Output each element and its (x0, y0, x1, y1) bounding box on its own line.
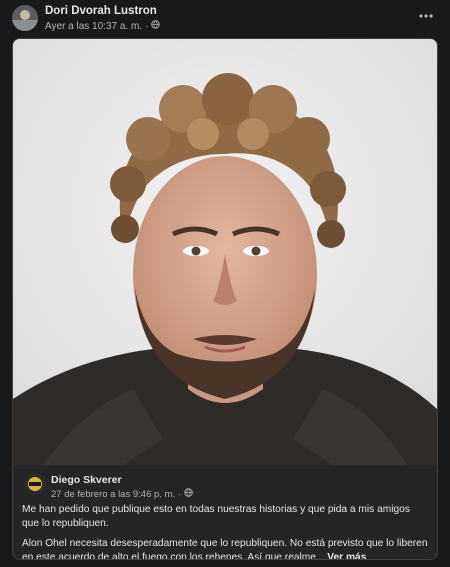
shared-post-text: Me han pedido que publique esto en todas… (22, 503, 428, 560)
shared-timestamp[interactable]: 27 de febrero a las 9:46 p. m. (51, 489, 175, 500)
post-meta: Ayer a las 10:37 a. m. · (45, 20, 161, 32)
globe-icon (151, 20, 161, 32)
shared-post-meta: 27 de febrero a las 9:46 p. m. · (51, 488, 194, 500)
author-avatar[interactable] (12, 5, 38, 31)
shared-author-name[interactable]: Diego Skverer (51, 474, 122, 486)
post-header: Dori Dvorah Lustron Ayer a las 10:37 a. … (0, 0, 450, 38)
meta-separator: · (178, 488, 182, 500)
globe-icon (184, 488, 194, 500)
post-timestamp[interactable]: Ayer a las 10:37 a. m. (45, 21, 142, 32)
paragraph-1: Me han pedido que publique esto en todas… (22, 504, 410, 529)
shared-post-card[interactable]: Diego Skverer 27 de febrero a las 9:46 p… (12, 38, 438, 560)
more-options-icon[interactable] (416, 8, 436, 24)
shared-author-avatar[interactable] (24, 473, 46, 495)
shared-post-header: Diego Skverer 27 de febrero a las 9:46 p… (13, 465, 437, 505)
paragraph-2: Alon Ohel necesita desesperadamente que … (22, 537, 428, 560)
see-more-link[interactable]: Ver más (327, 552, 366, 559)
author-name[interactable]: Dori Dvorah Lustron (45, 5, 157, 17)
meta-separator: · (145, 20, 149, 32)
paragraph-2-text: Alon Ohel necesita desesperadamente que … (22, 538, 428, 560)
shared-photo[interactable] (13, 39, 437, 465)
